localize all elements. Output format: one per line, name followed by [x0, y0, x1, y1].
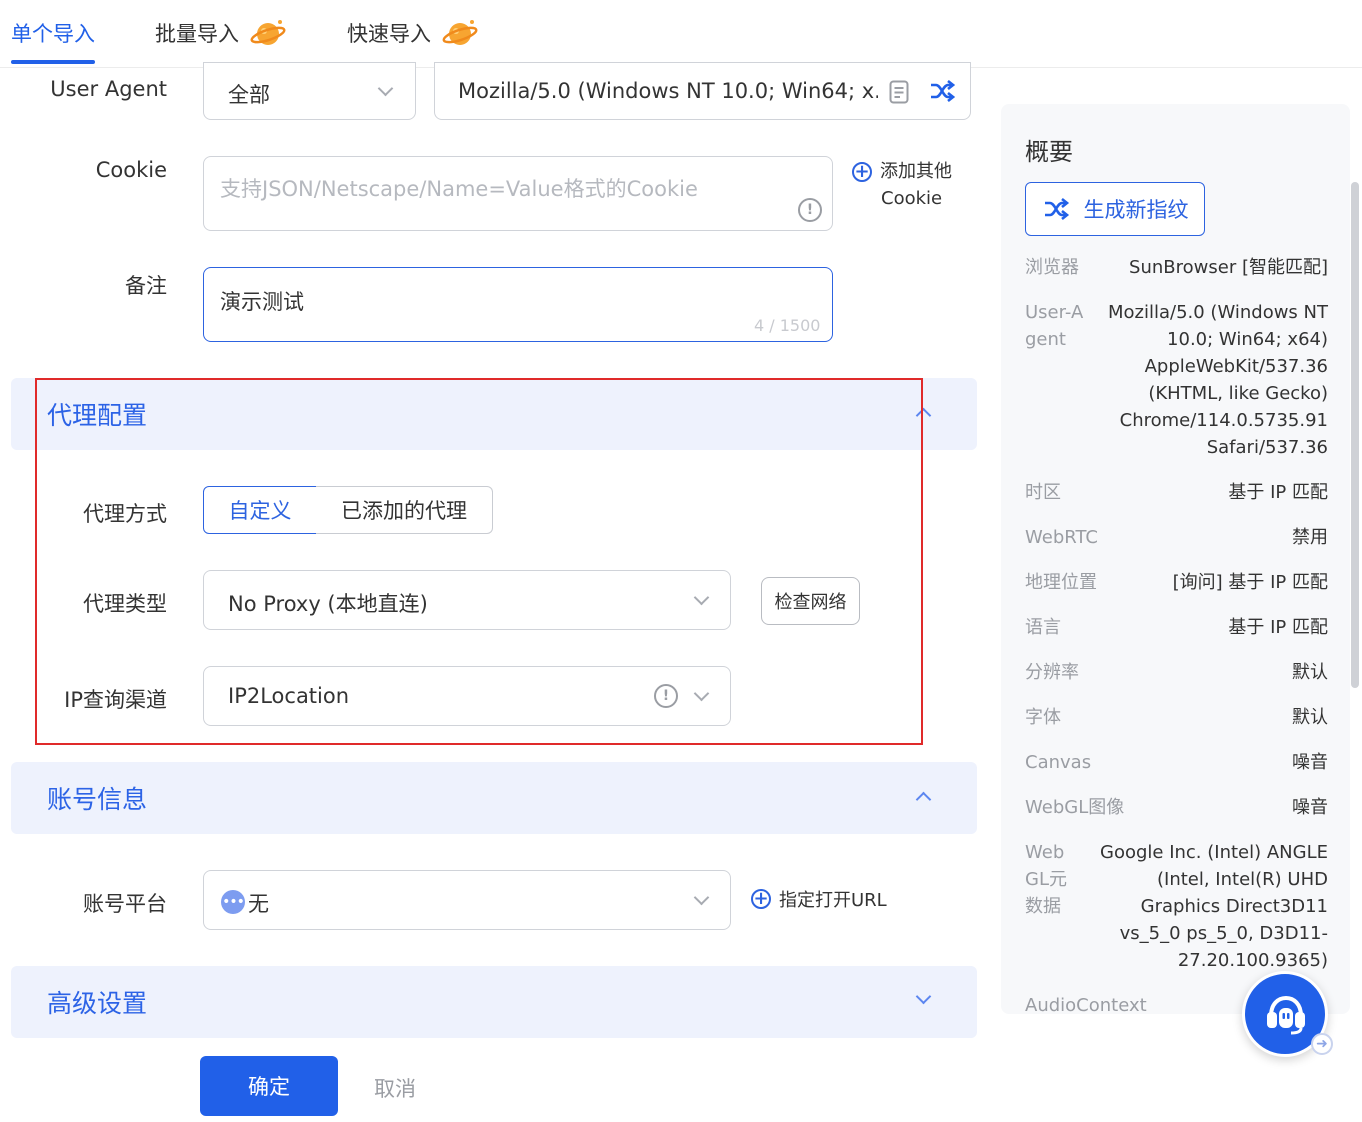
- remark-label: 备注: [125, 274, 167, 298]
- tab-single-import[interactable]: 单个导入: [11, 18, 95, 48]
- remark-textarea[interactable]: 演示测试 4 / 1500: [203, 267, 833, 342]
- summary-row-canvas: Canvas 噪音: [1025, 752, 1328, 773]
- user-agent-input[interactable]: Mozilla/5.0 (Windows NT 10.0; Win64; x..…: [434, 62, 971, 120]
- summary-title: 概要: [1025, 138, 1073, 166]
- account-info-title: 账号信息: [47, 785, 148, 814]
- advanced-settings-header[interactable]: 高级设置: [11, 966, 977, 1038]
- user-agent-filter-select[interactable]: 全部: [203, 62, 416, 120]
- plus-circle-icon: +: [751, 889, 771, 909]
- tab-bar: 单个导入 批量导入 快速导入: [0, 0, 1362, 68]
- summary-row-webgl-metadata: WebGL元数据 Google Inc. (Intel) ANGLE (Inte…: [1025, 842, 1328, 971]
- tab-batch-import[interactable]: 批量导入: [155, 18, 287, 48]
- cookie-placeholder: 支持JSON/Netscape/Name=Value格式的Cookie: [220, 177, 698, 201]
- active-tab-indicator: [11, 60, 95, 64]
- document-icon[interactable]: [889, 80, 909, 104]
- chevron-down-icon: [693, 889, 710, 906]
- summary-row-browser: 浏览器 SunBrowser [智能匹配]: [1025, 257, 1328, 278]
- plus-circle-icon: +: [852, 161, 872, 182]
- remark-value: 演示测试: [220, 290, 304, 314]
- info-icon: !: [798, 198, 822, 222]
- arrow-right-icon[interactable]: ➜: [1311, 1033, 1333, 1055]
- planet-icon: [250, 20, 286, 45]
- planet-icon: [442, 20, 478, 45]
- summary-row-webgl-image: WebGL图像 噪音: [1025, 797, 1328, 818]
- shuffle-icon: [1044, 197, 1069, 221]
- summary-row-resolution: 分辨率 默认: [1025, 662, 1328, 683]
- chevron-up-icon: [915, 791, 932, 808]
- remark-counter: 4 / 1500: [754, 316, 821, 335]
- user-agent-label: User Agent: [50, 77, 167, 101]
- open-url-button[interactable]: + 指定打开URL: [751, 886, 887, 912]
- account-platform-label: 账号平台: [83, 892, 167, 916]
- summary-row-webrtc: WebRTC 禁用: [1025, 527, 1328, 548]
- account-platform-select[interactable]: ••• 无: [203, 870, 731, 930]
- tab-quick-import[interactable]: 快速导入: [347, 18, 479, 48]
- user-agent-filter-value: 全部: [228, 83, 270, 107]
- account-info-header[interactable]: 账号信息: [11, 762, 977, 834]
- more-dots-icon: •••: [221, 890, 245, 914]
- summary-scrollbar[interactable]: [1351, 182, 1359, 688]
- cookie-label: Cookie: [95, 158, 167, 182]
- summary-panel: 概要 生成新指纹 浏览器 SunBrowser [智能匹配] User-Agen…: [1001, 104, 1350, 1014]
- summary-row-fonts: 字体 默认: [1025, 707, 1328, 728]
- proxy-highlight-box: [35, 378, 923, 745]
- chevron-down-icon: [377, 80, 394, 97]
- cookie-textarea[interactable]: 支持JSON/Netscape/Name=Value格式的Cookie !: [203, 156, 833, 231]
- generate-fingerprint-button[interactable]: 生成新指纹: [1025, 182, 1205, 236]
- summary-row-user-agent: User-Agent Mozilla/5.0 (Windows NT 10.0;…: [1025, 302, 1328, 458]
- summary-row-language: 语言 基于 IP 匹配: [1025, 617, 1328, 638]
- summary-row-timezone: 时区 基于 IP 匹配: [1025, 482, 1328, 503]
- headset-icon: [1267, 995, 1305, 1035]
- advanced-settings-title: 高级设置: [47, 989, 148, 1018]
- cancel-button[interactable]: 取消: [374, 1073, 416, 1103]
- account-platform-value: 无: [248, 892, 269, 916]
- chevron-down-icon: [915, 988, 932, 1005]
- shuffle-icon[interactable]: [929, 79, 955, 103]
- summary-row-geolocation: 地理位置 [询问] 基于 IP 匹配: [1025, 572, 1328, 593]
- user-agent-value: Mozilla/5.0 (Windows NT 10.0; Win64; x..…: [458, 79, 878, 103]
- confirm-button[interactable]: 确定: [200, 1056, 338, 1116]
- add-other-cookie-button[interactable]: + 添加其他 Cookie: [852, 158, 952, 212]
